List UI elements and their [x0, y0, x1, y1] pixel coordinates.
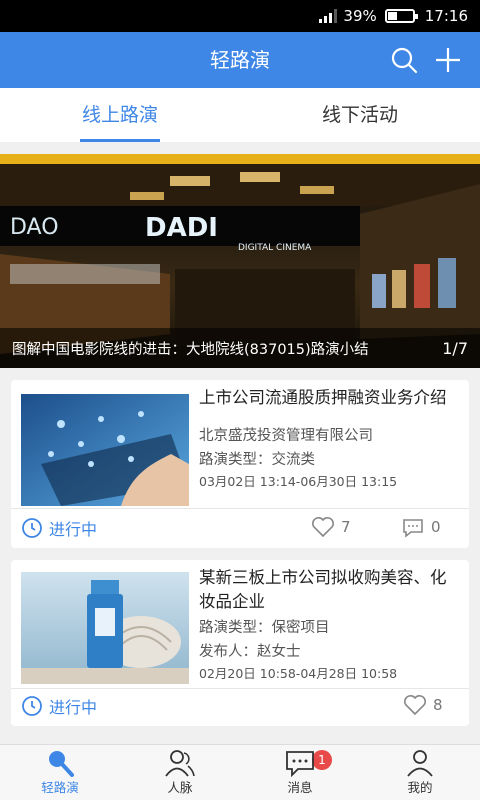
card-info: 上市公司流通股质押融资业务介绍 北京盛茂投资管理有限公司 路演类型：交流类 03…	[199, 386, 459, 492]
card-info: 某新三板上市公司拟收购美容、化妆品企业 路演类型：保密项目 发布人：赵女士 02…	[199, 566, 459, 684]
tabbar-label: 轻路演	[41, 780, 79, 795]
status-label: 进行中	[49, 698, 98, 717]
like-button[interactable]: 7	[311, 516, 351, 538]
roadshow-card[interactable]: 某新三板上市公司拟收购美容、化妆品企业 路演类型：保密项目 发布人：赵女士 02…	[11, 560, 469, 726]
card-title: 上市公司流通股质押融资业务介绍	[199, 388, 447, 407]
clock-icon	[22, 696, 42, 716]
banner-sign-title: DADI	[145, 213, 218, 243]
search-icon[interactable]	[388, 44, 420, 76]
comment-count: 0	[431, 518, 441, 536]
add-icon[interactable]	[432, 44, 464, 76]
banner-sign-partial: DAO	[10, 215, 59, 240]
banner-top-strip	[0, 154, 480, 164]
bottom-tab-bar: 轻路演 人脉 1 消息 我的	[0, 744, 480, 800]
contacts-icon	[165, 750, 195, 777]
status-bar: 39% 17:16	[0, 0, 480, 32]
card-publisher: 发布人：赵女士	[199, 644, 301, 660]
comment-icon	[403, 519, 423, 538]
banner-caption: 图解中国电影院线的进击：大地院线(837015)路演小结	[12, 341, 369, 358]
clock-icon	[22, 518, 42, 538]
card-company: 北京盛茂投资管理有限公司	[199, 428, 373, 444]
banner-caption-bar: 图解中国电影院线的进击：大地院线(837015)路演小结 1/7	[0, 328, 480, 368]
card-status: 进行中	[21, 516, 97, 540]
clock: 17:16	[424, 7, 468, 25]
card-type: 路演类型：保密项目	[199, 620, 330, 636]
tab-online-roadshow[interactable]: 线上路演	[0, 88, 240, 142]
card-status: 进行中	[21, 694, 97, 718]
tabbar-label: 我的	[407, 780, 433, 795]
card-footer: 进行中 8	[11, 686, 469, 726]
banner-pager: 1/7	[442, 338, 468, 358]
heart-icon	[312, 517, 334, 538]
card-title: 某新三板上市公司拟收购美容、化妆品企业	[199, 568, 447, 611]
app-header: 轻路演	[0, 32, 480, 88]
profile-icon	[407, 750, 433, 777]
tab-offline-events[interactable]: 线下活动	[240, 88, 480, 142]
status-label: 进行中	[49, 520, 98, 539]
banner-sign-subtitle: DIGITAL CINEMA	[238, 243, 312, 253]
tab-label: 线下活动	[321, 104, 398, 126]
tab-label: 线上路演	[81, 104, 158, 126]
tab-bar: 线上路演 线下活动	[0, 88, 480, 142]
tabbar-item-roadshow[interactable]: 轻路演	[0, 745, 120, 800]
card-thumbnail	[21, 572, 189, 684]
battery-icon	[384, 9, 418, 23]
battery-percentage: 39%	[343, 7, 377, 25]
message-icon	[286, 751, 314, 777]
active-tab-indicator	[80, 139, 160, 142]
card-footer: 进行中 7 0	[11, 508, 469, 548]
tabbar-label: 人脉	[167, 780, 193, 795]
comment-button[interactable]: 0	[401, 516, 441, 538]
card-thumbnail	[21, 394, 189, 506]
like-count: 8	[433, 696, 443, 714]
heart-icon	[404, 695, 426, 716]
tabbar-label: 消息	[287, 780, 313, 795]
card-time: 02月20日 10:58-04月28日 10:58	[199, 666, 398, 681]
mic-icon	[49, 751, 74, 777]
tabbar-item-messages[interactable]: 消息	[240, 745, 360, 800]
roadshow-card[interactable]: 上市公司流通股质押融资业务介绍 北京盛茂投资管理有限公司 路演类型：交流类 03…	[11, 380, 469, 548]
tabbar-item-contacts[interactable]: 人脉 1	[120, 745, 332, 800]
like-count: 7	[341, 518, 351, 536]
signal-icon	[319, 9, 338, 23]
banner-carousel[interactable]: DAO DADI DIGITAL CINEMA 图解中国电影院线的进击：大地院线…	[0, 154, 480, 368]
card-time: 03月02日 13:14-06月30日 13:15	[199, 474, 398, 489]
battery-level	[387, 12, 397, 20]
tabbar-item-profile[interactable]: 我的	[360, 745, 480, 800]
like-button[interactable]: 8	[403, 694, 443, 716]
card-type: 路演类型：交流类	[199, 452, 315, 468]
